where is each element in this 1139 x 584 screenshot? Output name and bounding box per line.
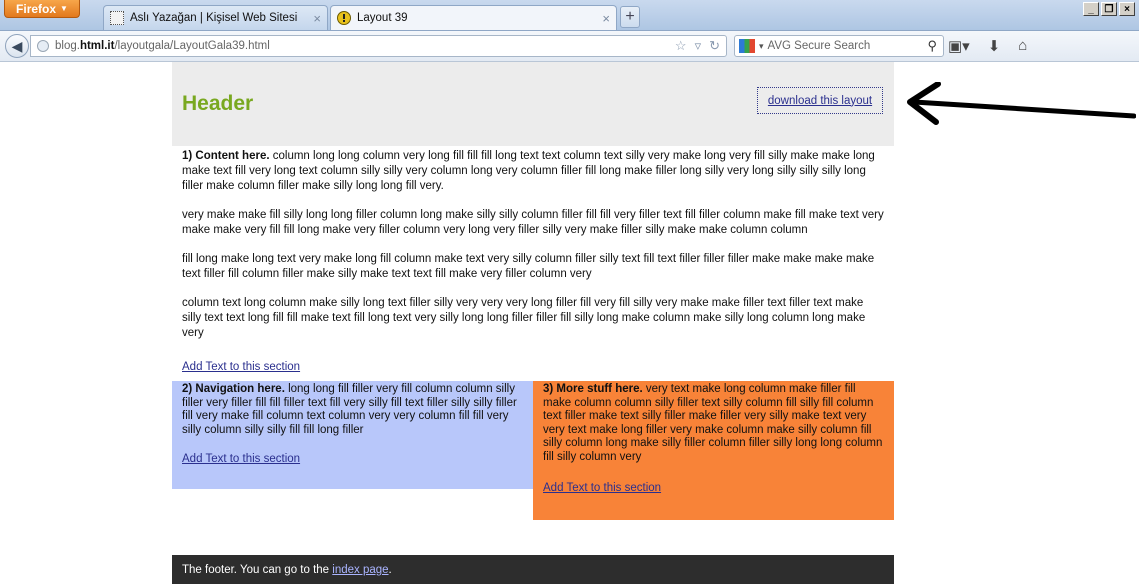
browser-nav-bar: ◀ blog. html.it/layoutgala/LayoutGala39.h…: [0, 31, 1139, 62]
tab-title: Layout 39: [357, 12, 408, 24]
page-footer: The footer. You can go to the index page…: [172, 555, 894, 584]
firefox-menu-button[interactable]: Firefox ▼: [4, 0, 80, 18]
tab-layout-39[interactable]: Layout 39 ×: [330, 5, 617, 30]
content-lead: 1) Content here.: [182, 150, 270, 162]
bookmark-star-icon[interactable]: ☆: [675, 38, 687, 54]
firefox-menu-label: Firefox: [16, 1, 57, 16]
close-icon[interactable]: ×: [313, 11, 321, 26]
header-title: Header: [182, 92, 254, 115]
browser-tab-bar: Firefox ▼ Aslı Yazağan | Kişisel Web Sit…: [0, 0, 1139, 31]
content-add-text-link[interactable]: Add Text to this section: [182, 360, 884, 375]
content-paragraph-1: 1) Content here. column long long column…: [182, 149, 884, 194]
bookmarks-icon[interactable]: ▣▾: [948, 37, 970, 55]
minimize-icon[interactable]: _: [1083, 2, 1099, 16]
back-arrow-icon[interactable]: ◀: [5, 34, 29, 58]
tab-title: Aslı Yazağan | Kişisel Web Sitesi: [130, 12, 298, 24]
url-bar[interactable]: blog. html.it/layoutgala/LayoutGala39.htm…: [30, 35, 727, 57]
tab-asli-yazagan[interactable]: Aslı Yazağan | Kişisel Web Sitesi ×: [103, 5, 328, 30]
more-stuff-section: 3) More stuff here. very text make long …: [533, 381, 894, 520]
download-layout-link[interactable]: download this layout: [757, 87, 883, 114]
search-icon[interactable]: ⚲: [927, 38, 937, 54]
reload-icon[interactable]: ↻: [709, 38, 720, 54]
more-lead: 3) More stuff here.: [543, 383, 643, 395]
columns: 2) Navigation here. long long fill fille…: [172, 381, 894, 520]
navigation-section: 2) Navigation here. long long fill fille…: [172, 381, 533, 489]
content-paragraph-2: very make make fill silly long long fill…: [182, 209, 884, 236]
avg-icon: [739, 39, 755, 53]
close-window-icon[interactable]: ×: [1119, 2, 1135, 16]
html-it-icon: [337, 11, 351, 25]
search-engine-dropdown-icon[interactable]: ▾: [759, 41, 764, 52]
annotation-arrow-icon: [907, 82, 1136, 125]
history-dropdown-icon[interactable]: ▿: [695, 38, 702, 54]
restore-icon[interactable]: ❐: [1101, 2, 1117, 16]
navigation-add-text-link[interactable]: Add Text to this section: [182, 453, 523, 467]
more-add-text-link[interactable]: Add Text to this section: [543, 482, 884, 496]
home-icon[interactable]: ⌂: [1018, 37, 1027, 55]
page-icon: [110, 11, 124, 25]
close-icon[interactable]: ×: [602, 11, 610, 26]
layout-page: Header download this layout 1) Content h…: [172, 62, 894, 520]
content-paragraph-4: column text long column make silly long …: [182, 297, 866, 339]
footer-text: The footer. You can go to the: [182, 564, 333, 576]
chevron-down-icon: ▼: [60, 4, 68, 13]
url-domain-prefix: blog.: [55, 40, 80, 52]
index-page-link[interactable]: index page: [332, 564, 388, 576]
download-icon[interactable]: ⬇: [988, 37, 1001, 55]
search-placeholder: AVG Secure Search: [767, 40, 871, 52]
new-tab-button[interactable]: +: [620, 6, 640, 28]
url-domain: html.it: [79, 40, 115, 52]
content-text: column long long column very long fill f…: [182, 150, 875, 192]
footer-suffix: .: [388, 564, 392, 576]
content-section: 1) Content here. column long long column…: [172, 146, 894, 375]
content-paragraph-3: fill long make long text very make long …: [182, 253, 875, 280]
globe-icon: [37, 40, 49, 52]
page-header: Header download this layout: [172, 62, 894, 146]
window-controls: _ ❐ ×: [1083, 2, 1135, 16]
navigation-lead: 2) Navigation here.: [182, 383, 285, 395]
url-path: /layoutgala/LayoutGala39.html: [114, 40, 270, 52]
search-bar[interactable]: ▾ AVG Secure Search ⚲: [734, 35, 944, 57]
